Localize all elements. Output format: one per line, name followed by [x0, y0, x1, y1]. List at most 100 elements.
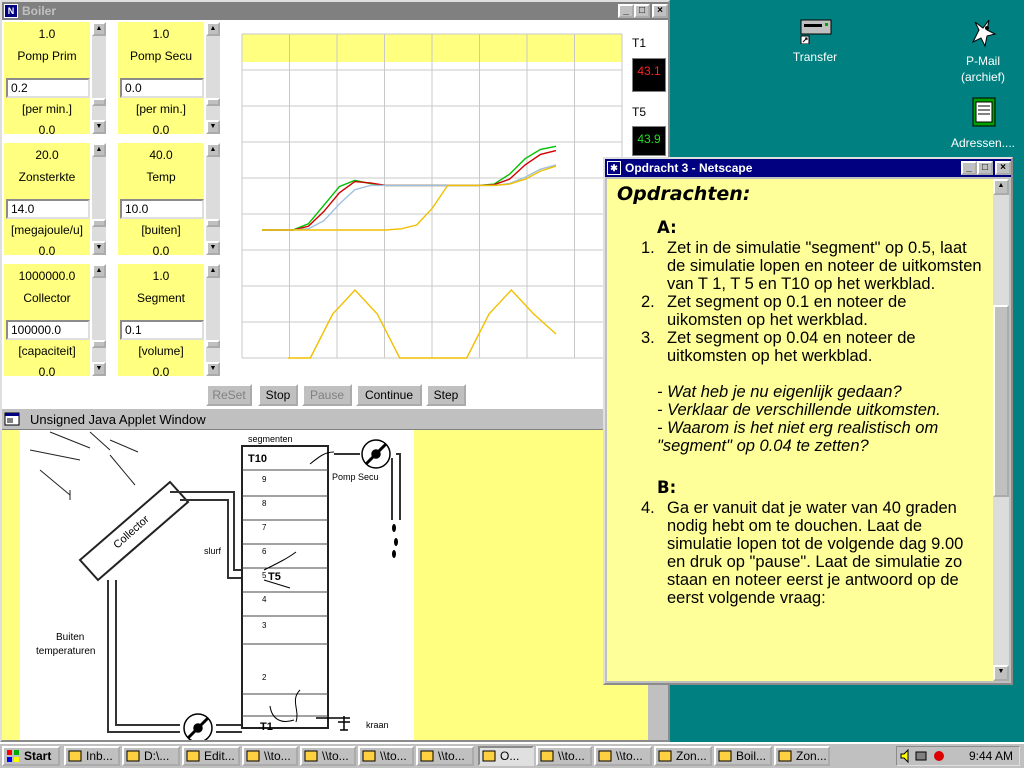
desktop-icon-transfer[interactable]: Transfer [760, 16, 870, 66]
pause-button[interactable]: Pause [302, 384, 352, 406]
slider-up-arrow[interactable]: ▲ [206, 22, 220, 36]
slider-down-arrow[interactable]: ▼ [206, 120, 220, 134]
slider-up-arrow[interactable]: ▲ [92, 264, 106, 278]
netscape-titlebar[interactable]: ✱ Opdracht 3 - Netscape _ □ × [605, 159, 1011, 177]
slider-thumb[interactable] [206, 219, 220, 227]
scroll-down-arrow[interactable]: ▼ [993, 665, 1009, 681]
taskbar-task[interactable]: Inb... [64, 746, 120, 766]
pump-prim-icon [183, 713, 213, 740]
slider-up-arrow[interactable]: ▲ [206, 264, 220, 278]
control-panel: 20.0 Zonsterkte 14.0 [megajoule/u] 0.0 [4, 143, 90, 258]
taskbar-task[interactable]: Edit... [182, 746, 240, 766]
tray-app-icon[interactable] [931, 749, 947, 763]
minimize-button[interactable]: _ [618, 4, 634, 18]
slider-down-arrow[interactable]: ▼ [206, 241, 220, 255]
taskbar-task[interactable]: D:\... [122, 746, 180, 766]
reset-button[interactable]: ReSet [206, 384, 252, 406]
step-button[interactable]: Step [426, 384, 466, 406]
readout-t5: 43.9 [632, 126, 666, 156]
slider-down-arrow[interactable]: ▼ [92, 362, 106, 376]
scroll-thumb[interactable] [993, 305, 1009, 497]
item-text: Zet segment op 0.04 en noteer de uitkoms… [667, 329, 916, 365]
control-slider[interactable]: ▲ ▼ [92, 264, 106, 376]
control-input[interactable]: 100000.0 [6, 320, 90, 340]
taskbar-task[interactable]: \\to... [300, 746, 356, 766]
desktop-icon-adressen[interactable]: Adressen.... [928, 96, 1024, 156]
maximize-button[interactable]: □ [634, 4, 650, 18]
taskbar-task[interactable]: Zon... [654, 746, 712, 766]
readout-t1-label: T1 [632, 36, 647, 50]
pegasus-icon [971, 19, 997, 48]
taskbar-task[interactable]: \\to... [242, 746, 298, 766]
control-unit: [per min.] [135, 102, 186, 116]
close-button[interactable]: × [652, 4, 668, 18]
control-unit: [capaciteit] [18, 344, 76, 358]
network-icon[interactable] [915, 749, 929, 763]
control-max: 20.0 [35, 148, 59, 162]
netscape-scrollbar[interactable]: ▲ ▼ [993, 179, 1009, 681]
slider-thumb[interactable] [206, 98, 220, 106]
t10-label: T10 [248, 453, 267, 465]
control-unit: [buiten] [141, 223, 181, 237]
control-input[interactable]: 14.0 [6, 199, 90, 219]
readout-t1-value: 43.1 [637, 64, 661, 78]
taskbar-task[interactable]: O... [478, 746, 534, 766]
slider-up-arrow[interactable]: ▲ [92, 143, 106, 157]
control-slider[interactable]: ▲ ▼ [206, 264, 220, 376]
task-icon [186, 750, 200, 762]
clock[interactable]: 9:44 AM [969, 749, 1013, 763]
control-input[interactable]: 10.0 [120, 199, 204, 219]
slider-thumb[interactable] [92, 340, 106, 348]
control-name: Pomp Secu [129, 49, 193, 63]
taskbar-task[interactable]: \\to... [536, 746, 592, 766]
control-input[interactable]: 0.1 [120, 320, 204, 340]
minimize-button[interactable]: _ [961, 161, 977, 175]
control-unit: [per min.] [21, 102, 72, 116]
control-min: 0.0 [38, 365, 56, 379]
task-icon [420, 750, 434, 762]
slider-down-arrow[interactable]: ▼ [92, 241, 106, 255]
taskbar-task[interactable]: Boil... [714, 746, 772, 766]
slider-thumb[interactable] [206, 340, 220, 348]
segment-number: 7 [262, 523, 267, 532]
control-slider[interactable]: ▲ ▼ [92, 143, 106, 255]
window-title: Boiler [22, 4, 57, 18]
taskbar-task[interactable]: \\to... [594, 746, 652, 766]
control-input[interactable]: 0.0 [120, 78, 204, 98]
slider-thumb[interactable] [92, 98, 106, 106]
stop-button[interactable]: Stop [258, 384, 298, 406]
control-slider[interactable]: ▲ ▼ [206, 22, 220, 134]
control-max: 40.0 [149, 148, 173, 162]
taskbar-task[interactable]: \\to... [358, 746, 414, 766]
java-window-icon [4, 412, 20, 426]
control-input[interactable]: 0.2 [6, 78, 90, 98]
pump-secu-icon [361, 439, 391, 469]
list-item: 3. Zet segment op 0.04 en noteer de uitko… [617, 329, 983, 365]
task-icon [778, 750, 792, 762]
readout-t5-value: 43.9 [637, 132, 661, 146]
task-icon [718, 750, 732, 762]
maximize-button[interactable]: □ [977, 161, 993, 175]
control-slider[interactable]: ▲ ▼ [92, 22, 106, 134]
control-slider[interactable]: ▲ ▼ [206, 143, 220, 255]
task-icon [362, 750, 376, 762]
taskbar-task[interactable]: \\to... [416, 746, 474, 766]
continue-button[interactable]: Continue [356, 384, 422, 406]
desktop-icon-pmail[interactable]: P-Mail (archief) [928, 16, 1024, 86]
start-button[interactable]: Start [2, 746, 60, 766]
slider-up-arrow[interactable]: ▲ [92, 22, 106, 36]
item-number: 2. [641, 293, 655, 311]
boiler-titlebar[interactable]: N Boiler _ □ × [2, 2, 668, 20]
control-unit: [volume] [138, 344, 184, 358]
slider-down-arrow[interactable]: ▼ [206, 362, 220, 376]
speaker-icon[interactable] [899, 749, 913, 763]
slider-down-arrow[interactable]: ▼ [92, 120, 106, 134]
scroll-up-arrow[interactable]: ▲ [993, 179, 1009, 195]
chart-series-line [262, 145, 557, 231]
slider-thumb[interactable] [92, 219, 106, 227]
taskbar-task[interactable]: Zon... [774, 746, 830, 766]
slider-up-arrow[interactable]: ▲ [206, 143, 220, 157]
close-button[interactable]: × [995, 161, 1011, 175]
segment-number: 4 [262, 595, 267, 604]
segment-number: 8 [262, 499, 267, 508]
